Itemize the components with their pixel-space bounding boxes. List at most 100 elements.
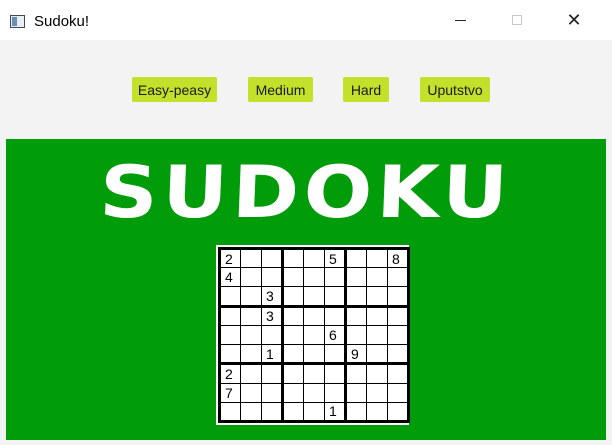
board-cell[interactable] xyxy=(261,324,283,346)
board-cell[interactable] xyxy=(324,267,346,288)
board-cell[interactable] xyxy=(387,401,410,424)
board-cell[interactable]: 1 xyxy=(261,344,283,365)
board-cell[interactable] xyxy=(261,267,283,288)
board-cell[interactable] xyxy=(324,286,346,307)
sudoku-board: 258433619271 xyxy=(216,245,410,425)
board-cell[interactable] xyxy=(240,324,262,346)
board-cell[interactable] xyxy=(344,324,367,346)
board-cell[interactable] xyxy=(303,344,325,365)
board-cell[interactable] xyxy=(387,382,410,403)
difficulty-toolbar: Easy-peasy Medium Hard Uputstvo xyxy=(6,40,606,139)
board-cell[interactable] xyxy=(303,246,325,269)
app-window: Sudoku! ✕ Easy-peasy Medium Hard Uputstv… xyxy=(0,0,612,445)
board-cell[interactable] xyxy=(303,401,325,424)
board-cell[interactable] xyxy=(344,246,367,269)
window-title: Sudoku! xyxy=(34,13,90,30)
board-cell[interactable]: 6 xyxy=(324,324,346,346)
board-cell[interactable]: 2 xyxy=(218,246,241,269)
board-cell[interactable] xyxy=(281,304,304,326)
board-row: 7 xyxy=(218,382,410,403)
board-cell[interactable] xyxy=(218,344,241,365)
minimize-button[interactable] xyxy=(437,0,483,40)
board-cell[interactable] xyxy=(240,267,262,288)
board-cell[interactable] xyxy=(303,382,325,403)
board-cell[interactable] xyxy=(366,246,388,269)
board-cell[interactable] xyxy=(218,324,241,346)
board-cell[interactable] xyxy=(218,304,241,326)
board-cell[interactable] xyxy=(303,304,325,326)
board-cell[interactable]: 1 xyxy=(324,401,346,424)
title-bar[interactable]: Sudoku! ✕ xyxy=(0,0,612,40)
board-cell[interactable] xyxy=(281,401,304,424)
close-icon: ✕ xyxy=(566,9,582,30)
board-cell[interactable] xyxy=(344,286,367,307)
minimize-icon xyxy=(454,19,466,21)
board-cell[interactable] xyxy=(218,401,241,424)
board-cell[interactable] xyxy=(366,344,388,365)
board-cell[interactable] xyxy=(240,401,262,424)
board-cell[interactable] xyxy=(240,246,262,269)
board-cell[interactable] xyxy=(366,267,388,288)
board-cell[interactable] xyxy=(387,286,410,307)
board-cell[interactable] xyxy=(303,324,325,346)
board-cell[interactable] xyxy=(387,267,410,288)
board-cell[interactable]: 3 xyxy=(261,304,283,326)
board-cell[interactable] xyxy=(344,267,367,288)
board-cell[interactable] xyxy=(261,246,283,269)
board-cell[interactable] xyxy=(366,382,388,403)
board-row: 19 xyxy=(218,344,410,365)
board-cell[interactable] xyxy=(261,401,283,424)
hard-button[interactable]: Hard xyxy=(343,77,389,102)
board-cell[interactable] xyxy=(324,344,346,365)
uputstvo-button[interactable]: Uputstvo xyxy=(420,77,490,102)
board-cell[interactable] xyxy=(240,382,262,403)
board-cell[interactable] xyxy=(261,362,283,384)
board-cell[interactable] xyxy=(366,362,388,384)
board-row: 4 xyxy=(218,267,410,288)
board-cell[interactable]: 9 xyxy=(344,344,367,365)
board-cell[interactable]: 2 xyxy=(218,362,241,384)
board-cell[interactable] xyxy=(387,344,410,365)
board-cell[interactable]: 8 xyxy=(387,246,410,269)
board-cell[interactable] xyxy=(324,382,346,403)
board-row: 6 xyxy=(218,324,410,346)
board-cell[interactable] xyxy=(366,304,388,326)
board-cell[interactable] xyxy=(366,401,388,424)
board-cell[interactable] xyxy=(303,362,325,384)
board-cell[interactable] xyxy=(387,324,410,346)
board-cell[interactable] xyxy=(281,286,304,307)
board-cell[interactable] xyxy=(240,362,262,384)
board-cell[interactable] xyxy=(281,344,304,365)
board-cell[interactable] xyxy=(240,344,262,365)
board-cell[interactable]: 3 xyxy=(261,286,283,307)
board-cell[interactable] xyxy=(261,382,283,403)
easy-peasy-button[interactable]: Easy-peasy xyxy=(132,77,217,102)
board-cell[interactable] xyxy=(366,324,388,346)
board-cell[interactable] xyxy=(240,304,262,326)
board-cell[interactable] xyxy=(281,382,304,403)
board-cell[interactable] xyxy=(344,382,367,403)
board-cell[interactable] xyxy=(324,362,346,384)
board-cell[interactable] xyxy=(240,286,262,307)
board-cell[interactable] xyxy=(324,304,346,326)
board-cell[interactable] xyxy=(281,267,304,288)
sudoku-logo: SUDOKU xyxy=(98,150,514,234)
board-cell[interactable] xyxy=(281,246,304,269)
board-cell[interactable] xyxy=(218,286,241,307)
board-cell[interactable] xyxy=(281,324,304,346)
board-cell[interactable] xyxy=(344,304,367,326)
board-cell[interactable] xyxy=(303,267,325,288)
close-button[interactable]: ✕ xyxy=(551,0,597,40)
maximize-button[interactable] xyxy=(494,0,540,40)
board-cell[interactable] xyxy=(387,362,410,384)
board-cell[interactable]: 5 xyxy=(324,246,346,269)
board-cell[interactable]: 4 xyxy=(218,267,241,288)
board-cell[interactable] xyxy=(344,362,367,384)
medium-button[interactable]: Medium xyxy=(248,77,313,102)
board-cell[interactable] xyxy=(303,286,325,307)
board-cell[interactable]: 7 xyxy=(218,382,241,403)
board-cell[interactable] xyxy=(344,401,367,424)
board-cell[interactable] xyxy=(281,362,304,384)
board-cell[interactable] xyxy=(387,304,410,326)
board-cell[interactable] xyxy=(366,286,388,307)
